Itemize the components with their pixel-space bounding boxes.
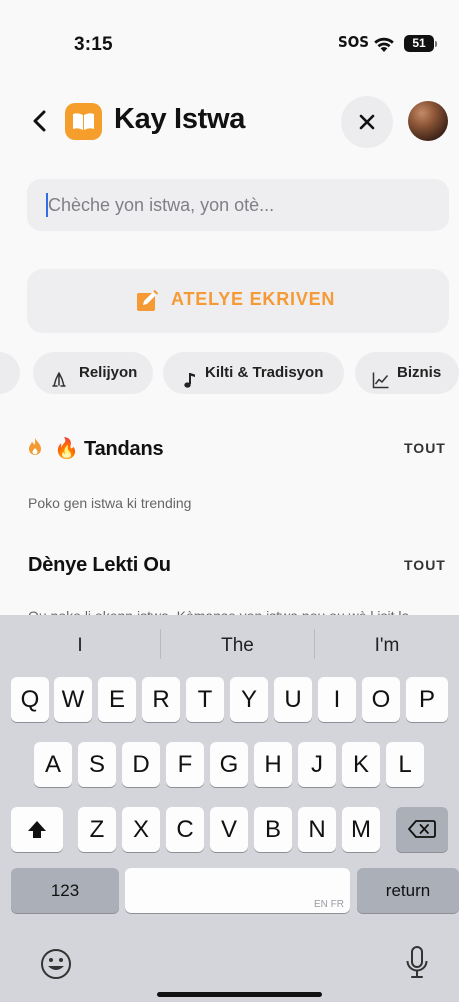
flame-icon xyxy=(29,438,41,455)
edit-note-icon xyxy=(137,289,159,311)
close-icon xyxy=(359,114,375,130)
key-h[interactable]: H xyxy=(254,742,292,787)
recent-reads-title: Dènye Lekti Ou xyxy=(28,554,171,576)
numbers-key[interactable]: 123 xyxy=(11,868,119,913)
shift-key[interactable] xyxy=(11,807,63,852)
category-chip-partial[interactable] xyxy=(0,352,20,394)
key-m[interactable]: M xyxy=(342,807,380,852)
key-n[interactable]: N xyxy=(298,807,336,852)
recent-reads-see-all-link[interactable]: TOUT xyxy=(404,557,446,573)
search-field[interactable] xyxy=(27,179,449,231)
return-key[interactable]: return xyxy=(357,868,459,913)
key-p[interactable]: P xyxy=(406,677,448,722)
trending-title: 🔥 Tandans xyxy=(54,438,164,460)
suggestion-1[interactable]: I xyxy=(0,635,160,657)
emoji-icon[interactable] xyxy=(39,947,73,981)
key-x[interactable]: X xyxy=(122,807,160,852)
key-j[interactable]: J xyxy=(298,742,336,787)
sos-indicator: SOS xyxy=(338,33,369,51)
category-chip-kilti[interactable]: Kilti & Tradisyon xyxy=(163,352,344,394)
key-l[interactable]: L xyxy=(386,742,424,787)
key-y[interactable]: Y xyxy=(230,677,268,722)
key-b[interactable]: B xyxy=(254,807,292,852)
key-w[interactable]: W xyxy=(54,677,92,722)
key-t[interactable]: T xyxy=(186,677,224,722)
key-i[interactable]: I xyxy=(318,677,356,722)
shift-arrow-icon xyxy=(28,821,46,838)
backspace-icon xyxy=(408,820,436,838)
key-a[interactable]: A xyxy=(34,742,72,787)
key-z[interactable]: Z xyxy=(78,807,116,852)
space-bar[interactable]: EN FR xyxy=(125,868,350,913)
trending-empty-message: Poko gen istwa ki trending xyxy=(28,495,192,511)
key-u[interactable]: U xyxy=(274,677,312,722)
suggestion-3[interactable]: I'm xyxy=(315,635,459,657)
writer-workshop-button[interactable]: ATELYE EKRIVEN xyxy=(27,269,449,333)
key-f[interactable]: F xyxy=(166,742,204,787)
key-v[interactable]: V xyxy=(210,807,248,852)
back-button[interactable] xyxy=(28,106,52,136)
book-logo-icon xyxy=(65,103,102,140)
status-time: 3:15 xyxy=(74,34,113,55)
category-label: Kilti & Tradisyon xyxy=(205,364,324,381)
key-r[interactable]: R xyxy=(142,677,180,722)
key-s[interactable]: S xyxy=(78,742,116,787)
wifi-icon xyxy=(374,37,394,52)
page-title: Kay Istwa xyxy=(114,103,246,135)
battery-indicator: 51 xyxy=(404,35,434,52)
delete-key[interactable] xyxy=(396,807,448,852)
category-label: Biznis xyxy=(397,364,442,381)
category-label: Relijyon xyxy=(79,364,138,381)
microphone-icon[interactable] xyxy=(405,945,429,981)
text-cursor xyxy=(46,193,48,217)
trending-see-all-link[interactable]: TOUT xyxy=(404,440,446,456)
key-q[interactable]: Q xyxy=(11,677,49,722)
search-input[interactable] xyxy=(27,179,448,231)
key-d[interactable]: D xyxy=(122,742,160,787)
home-indicator xyxy=(157,992,322,997)
key-c[interactable]: C xyxy=(166,807,204,852)
keyboard-language-label: EN FR xyxy=(314,899,344,910)
category-chip-relijyon[interactable]: Relijyon xyxy=(33,352,153,394)
key-e[interactable]: E xyxy=(98,677,136,722)
key-o[interactable]: O xyxy=(362,677,400,722)
praying-hands-icon xyxy=(50,364,68,406)
category-chip-biznis[interactable]: Biznis xyxy=(355,352,459,394)
music-note-icon xyxy=(183,364,197,406)
on-screen-keyboard: I The I'm Q W E R T Y U I O P A S D F G … xyxy=(0,615,459,1002)
writer-workshop-label: ATELYE EKRIVEN xyxy=(171,289,336,309)
key-g[interactable]: G xyxy=(210,742,248,787)
key-k[interactable]: K xyxy=(342,742,380,787)
battery-cap xyxy=(435,41,437,47)
close-button[interactable] xyxy=(341,96,393,148)
chart-line-icon xyxy=(372,364,390,406)
suggestion-2[interactable]: The xyxy=(161,635,314,657)
avatar[interactable] xyxy=(408,101,448,141)
